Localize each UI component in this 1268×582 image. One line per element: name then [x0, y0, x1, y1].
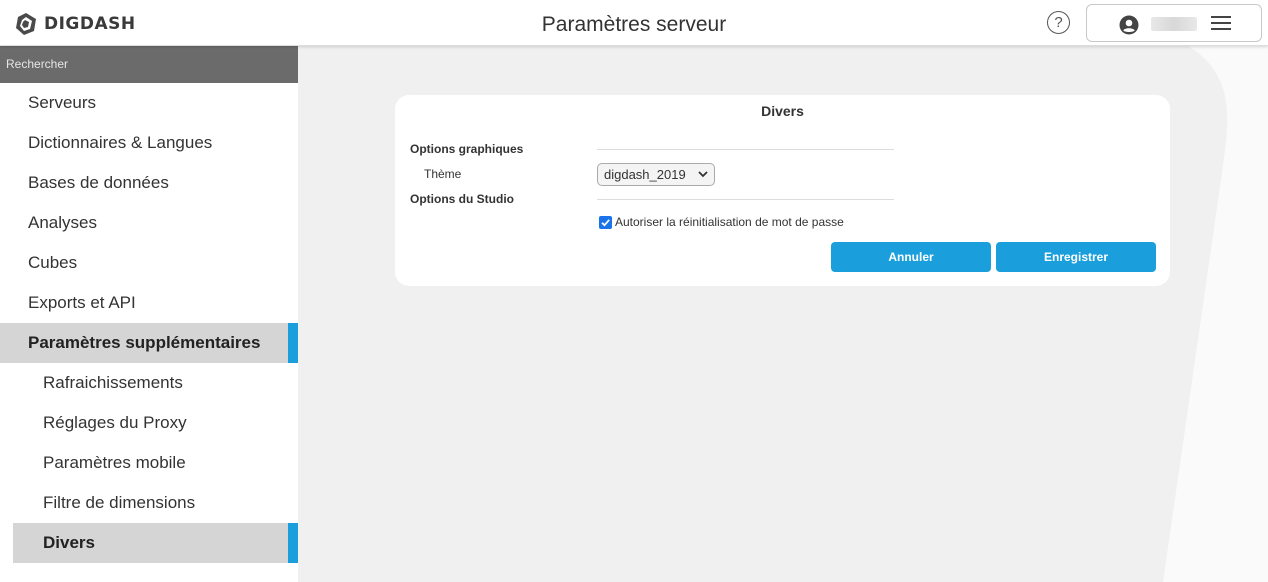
- sidebar-item-exports-api[interactable]: Exports et API: [0, 283, 298, 323]
- sidebar-item-divers[interactable]: Divers: [13, 523, 298, 563]
- top-bar: DIGDASH Paramètres serveur ?: [0, 0, 1268, 46]
- sidebar-item-cubes[interactable]: Cubes: [0, 243, 298, 283]
- settings-panel: Divers Options graphiques Thème digdash_…: [395, 95, 1170, 286]
- reset-password-label: Autoriser la réinitialisation de mot de …: [615, 215, 844, 229]
- sidebar-item-analyses[interactable]: Analyses: [0, 203, 298, 243]
- studio-options-heading: Options du Studio: [410, 192, 514, 206]
- reset-password-checkbox[interactable]: [599, 216, 612, 229]
- sidebar-item-parametres-mobile[interactable]: Paramètres mobile: [0, 443, 298, 483]
- digdash-logo[interactable]: DIGDASH: [14, 12, 136, 36]
- sidebar-item-bases-de-donnees[interactable]: Bases de données: [0, 163, 298, 203]
- user-avatar-icon: [1119, 15, 1139, 35]
- theme-select[interactable]: digdash_2019: [597, 163, 715, 186]
- sidebar-item-serveurs[interactable]: Serveurs: [0, 83, 298, 123]
- sidebar-item-parametres-supplementaires[interactable]: Paramètres supplémentaires: [0, 323, 298, 363]
- help-icon[interactable]: ?: [1047, 11, 1070, 34]
- hamburger-menu-icon: [1211, 16, 1231, 30]
- sidebar-item-filtre-dimensions[interactable]: Filtre de dimensions: [0, 483, 298, 523]
- graphics-options-heading: Options graphiques: [410, 142, 524, 156]
- divider: [597, 149, 894, 150]
- search-input[interactable]: Rechercher: [0, 46, 298, 83]
- sidebar-item-rafraichissements[interactable]: Rafraichissements: [0, 363, 298, 403]
- user-menu-button[interactable]: [1086, 4, 1262, 42]
- cancel-button[interactable]: Annuler: [831, 242, 991, 272]
- sidebar: Rechercher Serveurs Dictionnaires & Lang…: [0, 46, 298, 582]
- sidebar-item-dictionnaires[interactable]: Dictionnaires & Langues: [0, 123, 298, 163]
- user-name-redacted: [1151, 17, 1197, 31]
- panel-title: Divers: [761, 103, 804, 119]
- chevron-down-icon: [698, 171, 708, 178]
- logo-text: DIGDASH: [44, 14, 136, 34]
- digdash-logo-icon: [16, 13, 36, 35]
- help-glyph: ?: [1054, 14, 1063, 31]
- page-title: Paramètres serveur: [541, 13, 727, 36]
- checkmark-icon: [601, 219, 610, 227]
- theme-label: Thème: [424, 167, 462, 181]
- divider: [597, 199, 894, 200]
- save-button[interactable]: Enregistrer: [996, 242, 1156, 272]
- sidebar-item-reglages-proxy[interactable]: Réglages du Proxy: [0, 403, 298, 443]
- theme-select-value: digdash_2019: [604, 167, 686, 182]
